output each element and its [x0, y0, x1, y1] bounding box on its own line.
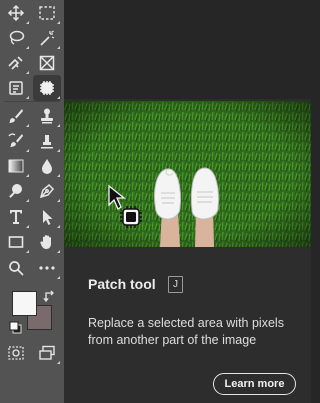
eyedropper-icon [7, 79, 25, 97]
gradient-icon [7, 157, 25, 175]
frame-tool[interactable] [33, 50, 61, 76]
type-icon [7, 208, 25, 226]
clone-stamp-tool[interactable] [33, 103, 61, 129]
rectangle-tool[interactable] [2, 229, 30, 255]
pen-icon [38, 182, 56, 200]
path-selection-tool[interactable] [33, 204, 61, 230]
tooltip-description: Replace a selected area with pixels from… [88, 316, 284, 347]
rectangle-icon [7, 233, 25, 251]
hand-icon [38, 233, 56, 251]
magic-wand-icon [38, 29, 56, 47]
patch-tool[interactable] [33, 75, 61, 101]
patch-icon [38, 79, 56, 97]
history-brush-icon [7, 132, 25, 150]
magic-wand-tool[interactable] [33, 25, 61, 51]
type-tool[interactable] [2, 204, 30, 230]
quick-mask-mode[interactable] [2, 340, 30, 366]
crop-icon [7, 54, 25, 72]
arrow-icon [38, 208, 56, 226]
gradient-tool[interactable] [2, 153, 30, 179]
move-icon [7, 4, 25, 22]
lasso-tool[interactable] [2, 25, 30, 51]
hand-tool[interactable] [33, 229, 61, 255]
frame-icon [38, 54, 56, 72]
eraser-icon [38, 132, 56, 150]
brush-icon [7, 107, 25, 125]
zoom-icon [7, 259, 25, 277]
rectangular-marquee-tool[interactable] [33, 0, 61, 26]
quick-mask-icon [7, 344, 25, 362]
blur-tool[interactable] [33, 153, 61, 179]
pen-tool[interactable] [33, 178, 61, 204]
drop-icon [38, 157, 56, 175]
eyedropper-tool[interactable] [2, 75, 30, 101]
toolbar [0, 0, 64, 403]
brush-tool[interactable] [2, 103, 30, 129]
learn-more-button[interactable]: Learn more [213, 373, 296, 395]
foreground-color-swatch[interactable] [12, 291, 37, 316]
shortcut-key-badge: J [168, 276, 183, 293]
move-tool[interactable] [2, 0, 30, 26]
lasso-icon [7, 29, 25, 47]
swap-colors-icon[interactable] [43, 289, 57, 303]
ellipsis-icon [38, 259, 56, 277]
default-colors-icon[interactable] [9, 321, 23, 335]
dodge-icon [7, 182, 25, 200]
screen-mode-icon [38, 344, 56, 362]
crop-tool[interactable] [2, 50, 30, 76]
zoom-tool[interactable] [2, 255, 30, 281]
eraser-tool[interactable] [33, 128, 61, 154]
tooltip-title: Patch tool [88, 276, 156, 292]
stamp-icon [38, 107, 56, 125]
patch-tool-preview-image [64, 101, 311, 247]
history-brush-tool[interactable] [2, 128, 30, 154]
marquee-icon [38, 4, 56, 22]
more-tools[interactable] [33, 255, 61, 281]
dodge-tool[interactable] [2, 178, 30, 204]
screen-mode[interactable] [33, 340, 61, 366]
